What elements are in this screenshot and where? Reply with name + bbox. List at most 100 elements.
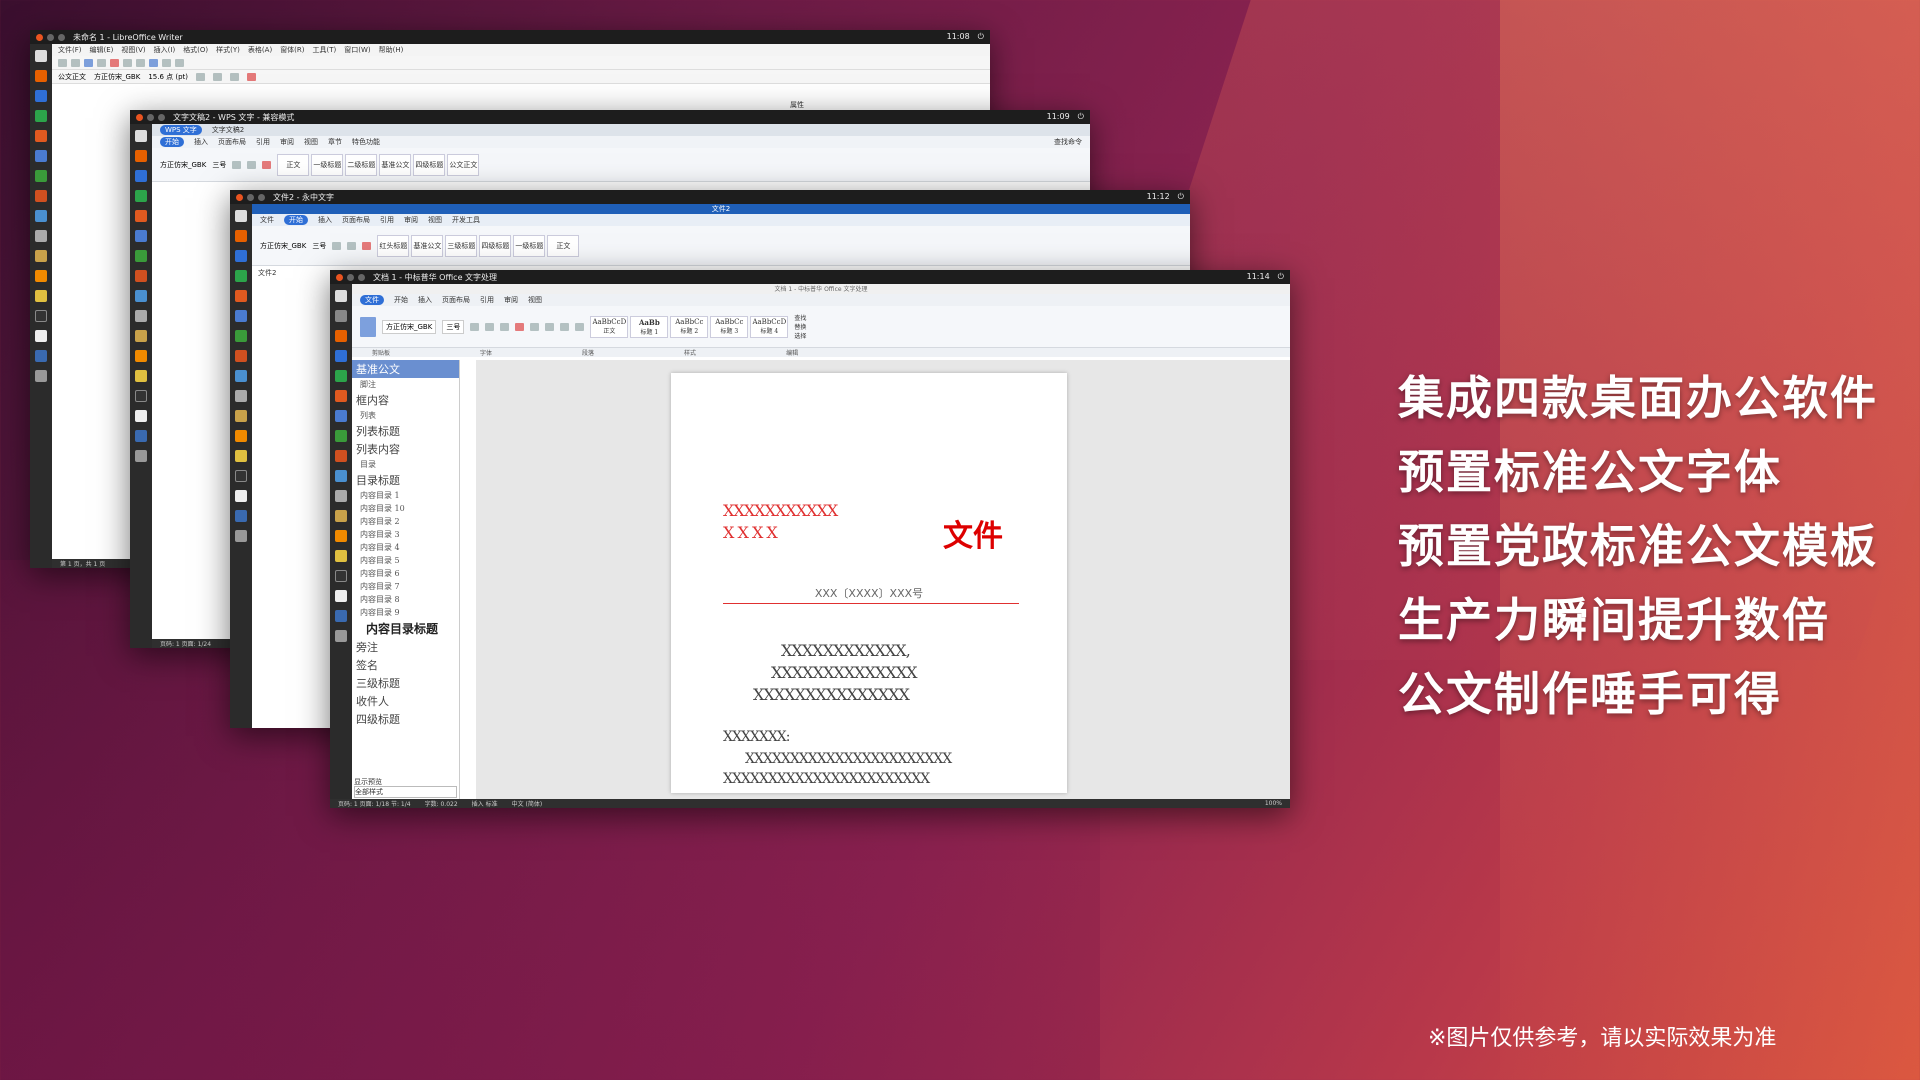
settings-icon[interactable] <box>35 230 47 242</box>
close-icon[interactable] <box>336 273 343 281</box>
style-heading-4[interactable]: AaBbCcD 标题 4 <box>750 315 789 338</box>
media-icon[interactable] <box>235 450 247 462</box>
wps-writer-icon[interactable] <box>35 90 47 102</box>
bold-icon[interactable] <box>332 241 342 250</box>
editor-icon[interactable] <box>235 490 247 502</box>
italic-icon[interactable] <box>485 322 495 331</box>
screenshot-icon[interactable] <box>235 510 247 522</box>
terminal-icon[interactable] <box>35 310 47 322</box>
font-color-icon[interactable] <box>515 322 525 331</box>
tab-references[interactable]: 引用 <box>256 137 270 147</box>
apps-grid-icon[interactable] <box>235 210 247 222</box>
maximize-icon[interactable] <box>158 113 165 121</box>
tab-view[interactable]: 视图 <box>428 215 442 225</box>
menu-window[interactable]: 窗口(W) <box>344 45 370 55</box>
style-list-item[interactable]: 框内容 <box>352 391 459 409</box>
style-heading-1[interactable]: 一级标题 <box>513 234 546 257</box>
minimize-icon[interactable] <box>347 273 354 281</box>
style-filter-select[interactable]: 全部样式 <box>354 786 457 798</box>
menu-tools[interactable]: 工具(T) <box>313 45 337 55</box>
style-list-item[interactable]: 内容目录 5 <box>352 554 459 567</box>
maximize-icon[interactable] <box>58 33 65 41</box>
pdf-icon[interactable] <box>110 58 119 67</box>
wps-writer-icon[interactable] <box>335 350 347 362</box>
minimize-icon[interactable] <box>47 33 54 41</box>
command-search[interactable]: 查找命令 <box>1054 137 1082 147</box>
style-list-item[interactable]: 旁注 <box>352 638 459 656</box>
style-normal[interactable]: AaBbCcD 正文 <box>590 315 629 338</box>
menu-file[interactable]: 文件(F) <box>58 45 82 55</box>
tab-references[interactable]: 引用 <box>380 215 394 225</box>
style-list-item[interactable]: 内容目录 4 <box>352 541 459 554</box>
menu-table[interactable]: 表格(A) <box>248 45 272 55</box>
impress-icon[interactable] <box>35 190 47 202</box>
close-icon[interactable] <box>136 113 143 121</box>
archive-icon[interactable] <box>35 250 47 262</box>
apps-grid-icon[interactable] <box>335 290 347 302</box>
style-list-item[interactable]: 列表内容 <box>352 440 459 458</box>
redo-icon[interactable] <box>136 58 145 67</box>
writer-icon[interactable] <box>135 230 147 242</box>
tab-insert[interactable]: 插入 <box>194 137 208 147</box>
align-center-icon[interactable] <box>545 322 555 331</box>
screenshot-icon[interactable] <box>35 350 47 362</box>
style-document-body[interactable]: 公文正文 <box>447 153 480 176</box>
tab-view[interactable]: 视图 <box>304 137 318 147</box>
table-icon[interactable] <box>149 58 158 67</box>
writer-icon[interactable] <box>335 410 347 422</box>
style-list-item[interactable]: 内容目录 10 <box>352 502 459 515</box>
menu-view[interactable]: 视图(V) <box>121 45 145 55</box>
close-icon[interactable] <box>236 193 243 201</box>
archive-icon[interactable] <box>335 510 347 522</box>
menu-edit[interactable]: 编辑(E) <box>90 45 114 55</box>
style-list-item[interactable]: 内容目录 9 <box>352 606 459 619</box>
italic-icon[interactable] <box>213 72 223 81</box>
style-base-document[interactable]: 基准公文 <box>411 234 444 257</box>
select-button[interactable]: 选择 <box>794 331 806 340</box>
media-icon[interactable] <box>135 370 147 382</box>
camera-icon[interactable] <box>235 370 247 382</box>
paragraph-style-select[interactable]: 公文正文 <box>58 72 86 82</box>
bold-icon[interactable] <box>470 322 480 331</box>
spreadsheet-icon[interactable] <box>335 370 347 382</box>
terminal-icon[interactable] <box>335 570 347 582</box>
tab-wps-home[interactable]: WPS 文字 <box>160 125 202 135</box>
camera-icon[interactable] <box>135 290 147 302</box>
media-icon[interactable] <box>335 550 347 562</box>
tab-review[interactable]: 审阅 <box>504 295 518 305</box>
presentation-icon[interactable] <box>235 290 247 302</box>
menu-form[interactable]: 窗体(R) <box>280 45 304 55</box>
tab-review[interactable]: 审阅 <box>280 137 294 147</box>
tab-view[interactable]: 视图 <box>528 295 542 305</box>
style-list-item[interactable]: 列表 <box>352 409 459 422</box>
style-list-item[interactable]: 目录 <box>352 458 459 471</box>
tab-page-layout[interactable]: 页面布局 <box>442 295 470 305</box>
menu-help[interactable]: 帮助(H) <box>379 45 404 55</box>
writer-icon[interactable] <box>235 310 247 322</box>
power-icon[interactable]: ⏻ <box>1278 272 1284 282</box>
close-icon[interactable] <box>36 33 43 41</box>
editor-icon[interactable] <box>135 410 147 422</box>
style-list-item[interactable]: 收件人 <box>352 692 459 710</box>
power-icon[interactable]: ⏻ <box>1178 192 1184 202</box>
apps-grid-icon[interactable] <box>35 50 47 62</box>
tab-features[interactable]: 特色功能 <box>352 137 380 147</box>
undo-icon[interactable] <box>123 58 132 67</box>
calc-icon[interactable] <box>35 170 47 182</box>
style-list-item[interactable]: 内容目录 8 <box>352 593 459 606</box>
tab-page-layout[interactable]: 页面布局 <box>342 215 370 225</box>
media-icon[interactable] <box>35 290 47 302</box>
libreoffice-titlebar[interactable]: 未命名 1 - LibreOffice Writer 11:08 ⏻ <box>30 30 990 44</box>
style-list-item[interactable]: 内容目录 6 <box>352 567 459 580</box>
menu-format[interactable]: 格式(O) <box>183 45 208 55</box>
firefox-icon[interactable] <box>35 70 47 82</box>
trash-icon[interactable] <box>135 450 147 462</box>
document-area[interactable]: XXXXXXXXXXX X X X X 文件 XXX〔XXXX〕XXX号 XXX… <box>476 360 1290 799</box>
power-icon[interactable]: ⏻ <box>1078 112 1084 122</box>
calc-icon[interactable] <box>135 250 147 262</box>
italic-icon[interactable] <box>347 241 357 250</box>
minimize-icon[interactable] <box>247 193 254 201</box>
tab-home[interactable]: 开始 <box>394 295 408 305</box>
impress-icon[interactable] <box>135 270 147 282</box>
tab-references[interactable]: 引用 <box>480 295 494 305</box>
